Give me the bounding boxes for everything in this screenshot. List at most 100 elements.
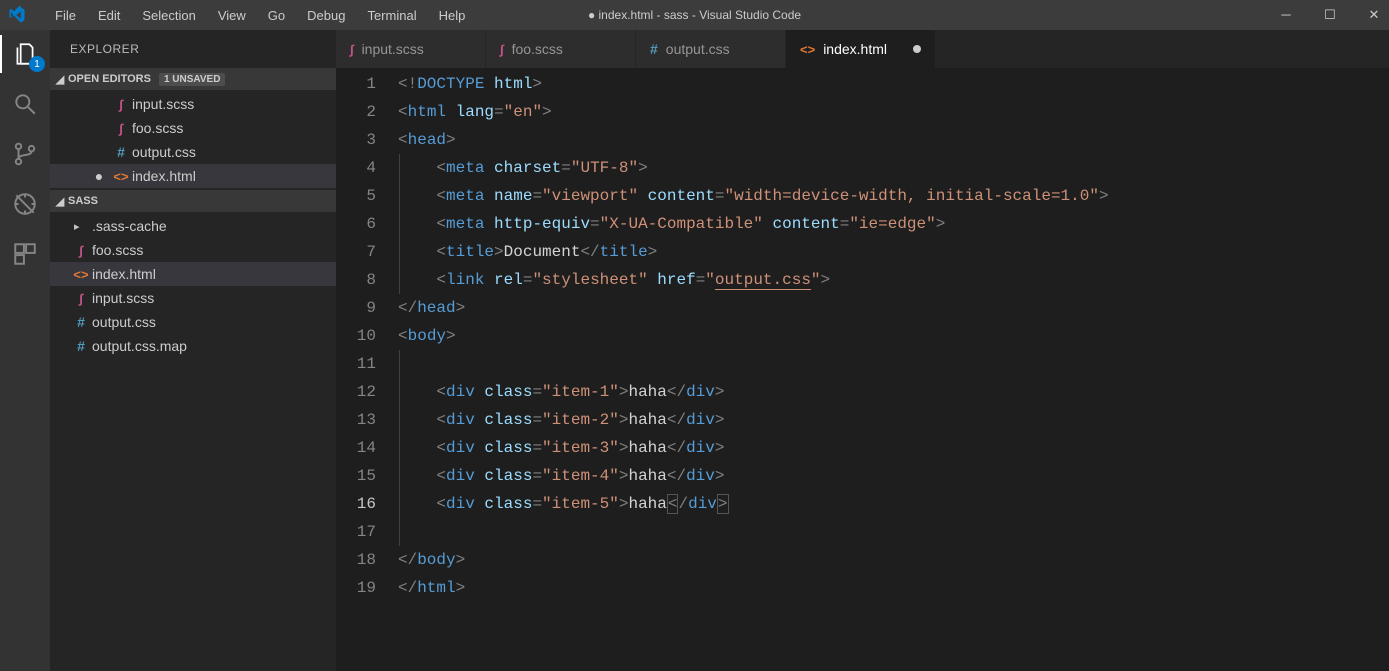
line-gutter: 12345678910111213141516171819 xyxy=(336,70,398,671)
editor-area: ∫ input.scss ∫ foo.scss # output.css <> index.h… xyxy=(336,30,1389,671)
code-line[interactable]: <meta charset="UTF-8"> xyxy=(398,154,1389,182)
code-line[interactable]: <div class="item-3">haha</div> xyxy=(398,434,1389,462)
tab-label: foo.scss xyxy=(512,41,563,57)
open-editor-item[interactable]: ∫foo.scss xyxy=(50,116,336,140)
code-line[interactable]: </body> xyxy=(398,546,1389,574)
debug-icon[interactable] xyxy=(11,190,39,218)
scss-icon: ∫ xyxy=(110,97,132,112)
folder-item[interactable]: ▸.sass-cache xyxy=(50,214,336,238)
html-icon: <> xyxy=(800,41,815,57)
menu-bar: FileEditSelectionViewGoDebugTerminalHelp xyxy=(44,4,476,27)
tab-label: input.scss xyxy=(362,41,424,57)
tab-input-scss[interactable]: ∫ input.scss xyxy=(336,30,486,68)
code-line[interactable]: <div class="item-1">haha</div> xyxy=(398,378,1389,406)
extensions-icon[interactable] xyxy=(11,240,39,268)
search-icon[interactable] xyxy=(11,90,39,118)
menu-item-selection[interactable]: Selection xyxy=(131,4,206,27)
unsaved-badge: 1 UNSAVED xyxy=(159,73,226,86)
menu-item-file[interactable]: File xyxy=(44,4,87,27)
code-line[interactable]: </head> xyxy=(398,294,1389,322)
file-name: output.css xyxy=(92,314,156,330)
scss-icon: ∫ xyxy=(110,121,132,136)
folder-icon: ▸ xyxy=(70,220,92,233)
code-editor[interactable]: 12345678910111213141516171819 <!DOCTYPE … xyxy=(336,68,1389,671)
scss-icon: ∫ xyxy=(70,291,92,306)
code-line[interactable]: <div class="item-4">haha</div> xyxy=(398,462,1389,490)
file-item[interactable]: ∫input.scss xyxy=(50,286,336,310)
menu-item-go[interactable]: Go xyxy=(257,4,296,27)
scss-icon: ∫ xyxy=(350,41,354,57)
file-item[interactable]: <>index.html xyxy=(50,262,336,286)
code-line[interactable]: <link rel="stylesheet" href="output.css"… xyxy=(398,266,1389,294)
menu-item-help[interactable]: Help xyxy=(428,4,477,27)
vscode-logo-icon xyxy=(8,6,26,24)
css-icon: # xyxy=(650,41,658,57)
sidebar-title: EXPLORER xyxy=(50,30,336,68)
tab-foo-scss[interactable]: ∫ foo.scss xyxy=(486,30,636,68)
explorer-badge: 1 xyxy=(29,56,45,72)
minimize-button[interactable]: ─ xyxy=(1279,7,1293,23)
css-icon: # xyxy=(110,144,132,160)
tab-bar: ∫ input.scss ∫ foo.scss # output.css <> index.h… xyxy=(336,30,1389,68)
file-item[interactable]: #output.css.map xyxy=(50,334,336,358)
tab-label: index.html xyxy=(823,41,887,57)
code-line[interactable]: <meta http-equiv="X-UA-Compatible" conte… xyxy=(398,210,1389,238)
scss-icon: ∫ xyxy=(500,41,504,57)
code-content[interactable]: <!DOCTYPE html><html lang="en"><head> <m… xyxy=(398,70,1389,671)
file-name: foo.scss xyxy=(92,242,143,258)
file-tree: ▸.sass-cache∫foo.scss<>index.html∫input.… xyxy=(50,212,336,360)
window-title: ● index.html - sass - Visual Studio Code xyxy=(588,8,801,22)
menu-item-terminal[interactable]: Terminal xyxy=(356,4,427,27)
activity-bar: 1 xyxy=(0,30,50,671)
workspace-label: SASS xyxy=(68,195,98,207)
file-name: index.html xyxy=(132,168,196,184)
file-name: output.css xyxy=(132,144,196,160)
tab-index-html[interactable]: <> index.html xyxy=(786,30,936,68)
file-name: foo.scss xyxy=(132,120,183,136)
file-name: .sass-cache xyxy=(92,218,167,234)
code-line[interactable]: <html lang="en"> xyxy=(398,98,1389,126)
workspace-header[interactable]: ◢ SASS xyxy=(50,190,336,212)
menu-item-debug[interactable]: Debug xyxy=(296,4,356,27)
open-editors-label: OPEN EDITORS xyxy=(68,73,151,85)
menu-item-view[interactable]: View xyxy=(207,4,257,27)
open-editor-item[interactable]: #output.css xyxy=(50,140,336,164)
scss-icon: ∫ xyxy=(70,243,92,258)
html-icon: <> xyxy=(70,267,92,282)
sidebar: EXPLORER ◢ OPEN EDITORS 1 UNSAVED ∫input… xyxy=(50,30,336,671)
maximize-button[interactable]: ☐ xyxy=(1323,7,1337,23)
window-controls: ─ ☐ ✕ xyxy=(1279,7,1381,23)
chevron-down-icon: ◢ xyxy=(52,195,68,208)
file-name: input.scss xyxy=(92,290,154,306)
code-line[interactable]: <title>Document</title> xyxy=(398,238,1389,266)
css-icon: # xyxy=(70,314,92,330)
css-icon: # xyxy=(70,338,92,354)
file-name: output.css.map xyxy=(92,338,187,354)
html-icon: <> xyxy=(110,169,132,184)
code-line[interactable] xyxy=(398,518,1389,546)
code-line[interactable]: <div class="item-2">haha</div> xyxy=(398,406,1389,434)
file-item[interactable]: #output.css xyxy=(50,310,336,334)
file-item[interactable]: ∫foo.scss xyxy=(50,238,336,262)
code-line[interactable]: <meta name="viewport" content="width=dev… xyxy=(398,182,1389,210)
explorer-icon[interactable]: 1 xyxy=(11,40,39,68)
close-button[interactable]: ✕ xyxy=(1367,7,1381,23)
tab-label: output.css xyxy=(666,41,730,57)
file-name: index.html xyxy=(92,266,156,282)
modified-dot-icon: ● xyxy=(88,168,110,184)
code-line[interactable] xyxy=(398,350,1389,378)
tab-output-css[interactable]: # output.css xyxy=(636,30,786,68)
open-editors-list: ∫input.scss∫foo.scss#output.css●<>index.… xyxy=(50,90,336,190)
code-line[interactable]: </html> xyxy=(398,574,1389,602)
code-line[interactable]: <head> xyxy=(398,126,1389,154)
source-control-icon[interactable] xyxy=(11,140,39,168)
open-editors-header[interactable]: ◢ OPEN EDITORS 1 UNSAVED xyxy=(50,68,336,90)
code-line[interactable]: <body> xyxy=(398,322,1389,350)
open-editor-item[interactable]: ∫input.scss xyxy=(50,92,336,116)
titlebar: FileEditSelectionViewGoDebugTerminalHelp… xyxy=(0,0,1389,30)
menu-item-edit[interactable]: Edit xyxy=(87,4,131,27)
code-line[interactable]: <div class="item-5">haha</div> xyxy=(398,490,1389,518)
code-line[interactable]: <!DOCTYPE html> xyxy=(398,70,1389,98)
file-name: input.scss xyxy=(132,96,194,112)
open-editor-item[interactable]: ●<>index.html xyxy=(50,164,336,188)
